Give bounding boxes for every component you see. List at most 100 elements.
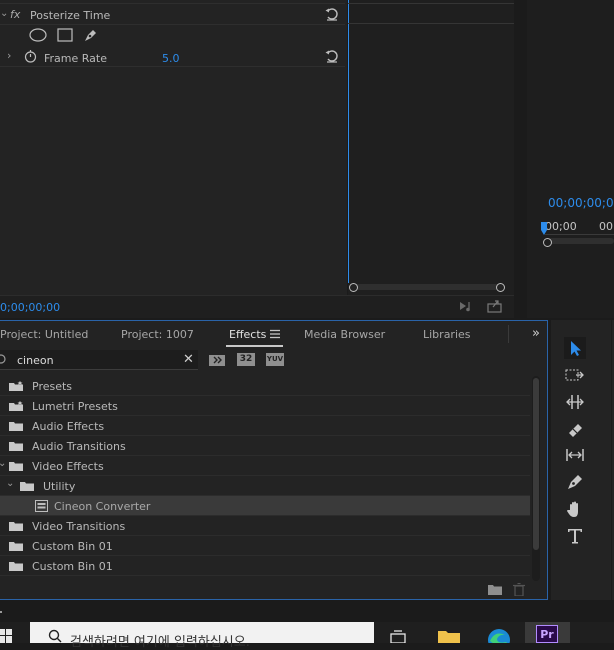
program-timecode[interactable]: 00;00;00;0 xyxy=(548,196,614,210)
delete-icon[interactable] xyxy=(513,583,525,596)
effects-tree: Presets Lumetri Presets Audio Effects Au… xyxy=(0,376,531,581)
effect-name: Posterize Time xyxy=(30,9,111,22)
stopwatch-icon[interactable] xyxy=(24,49,37,63)
zoom-handle-right[interactable] xyxy=(496,283,505,292)
search-icon xyxy=(0,353,7,365)
tab-project-1007[interactable]: Project: 1007 xyxy=(121,328,194,341)
zoom-handle-left[interactable] xyxy=(349,283,358,292)
timeline-row-divider xyxy=(348,3,514,4)
premiere-taskbar-button[interactable]: Pr xyxy=(525,622,570,643)
pen-tool-icon[interactable] xyxy=(564,471,586,493)
tab-libraries[interactable]: Libraries xyxy=(423,328,471,341)
accelerated-effects-filter-icon[interactable] xyxy=(208,353,226,367)
panel-tab-bar: Project: Untitled Project: 1007 Effects … xyxy=(0,321,548,347)
hand-tool-icon[interactable] xyxy=(564,498,586,520)
effects-search-field[interactable]: cineon ✕ xyxy=(0,350,198,370)
list-item-utility[interactable]: ⌄ Utility xyxy=(0,476,530,496)
tab-project-untitled[interactable]: Project: Untitled xyxy=(0,328,88,341)
type-tool-icon[interactable] xyxy=(564,525,586,547)
list-item-video-transitions[interactable]: Video Transitions xyxy=(0,516,530,536)
collapse-chevron-icon[interactable]: ⌄ xyxy=(0,8,8,19)
tab-effects[interactable]: Effects xyxy=(229,328,266,341)
mask-tools-row xyxy=(0,25,345,47)
selection-tool-icon[interactable] xyxy=(564,337,586,359)
effects-panel: Project: Untitled Project: 1007 Effects … xyxy=(0,320,548,600)
reset-param-icon[interactable] xyxy=(324,48,340,64)
folder-icon xyxy=(9,562,23,571)
list-item-custom-bin[interactable]: Custom Bin 01 xyxy=(0,556,530,576)
taskbar-search-input[interactable]: 검색하려면 여기에 입력하십시오. xyxy=(70,631,250,650)
effect-controls-panel: ⌄ fx Posterize Time › Frame Rate 5.0 xyxy=(0,0,347,318)
program-ruler[interactable]: 00;00 00 xyxy=(541,216,614,240)
effect-preset-icon xyxy=(35,500,48,512)
folder-icon xyxy=(9,522,23,531)
fx-badge[interactable]: fx xyxy=(10,8,20,21)
search-input[interactable]: cineon xyxy=(17,354,54,367)
list-item-audio-transitions[interactable]: Audio Transitions xyxy=(0,436,530,456)
param-row-frame-rate[interactable]: › Frame Rate 5.0 xyxy=(0,47,345,67)
effect-controls-timecode[interactable]: 0;00;00;00 xyxy=(0,301,60,314)
tools-divider xyxy=(611,320,612,600)
yuv-filter-icon[interactable]: YUV xyxy=(266,353,284,366)
ripple-edit-tool-icon[interactable] xyxy=(564,391,586,413)
edge-browser-icon[interactable] xyxy=(487,628,511,643)
list-item-cineon-converter[interactable]: Cineon Converter xyxy=(0,496,530,516)
effect-row-posterize-time[interactable]: ⌄ fx Posterize Time xyxy=(0,5,345,25)
list-item-presets[interactable]: Presets xyxy=(0,376,530,396)
param-value[interactable]: 5.0 xyxy=(162,52,180,65)
ellipse-mask-icon[interactable] xyxy=(29,28,47,42)
effects-scroll-track[interactable] xyxy=(532,376,540,581)
pen-mask-icon[interactable] xyxy=(83,27,99,43)
zoom-scrollbar[interactable] xyxy=(353,284,503,290)
export-clip-icon[interactable] xyxy=(486,298,504,314)
expand-chevron-icon[interactable]: › xyxy=(7,49,11,62)
status-strip xyxy=(0,600,614,622)
slip-tool-icon[interactable] xyxy=(564,444,586,466)
list-item-label: Audio Effects xyxy=(32,420,105,433)
ruler-baseline xyxy=(545,234,614,235)
list-item-video-effects[interactable]: ⌄ Video Effects xyxy=(0,456,530,476)
list-item-audio-effects[interactable]: Audio Effects xyxy=(0,416,530,436)
tab-divider xyxy=(508,325,509,343)
ruler-next-label: 00 xyxy=(599,220,613,233)
list-item-label: Custom Bin 01 xyxy=(32,540,113,553)
folder-icon xyxy=(9,422,23,431)
preset-folder-icon xyxy=(9,381,23,391)
preset-folder-icon xyxy=(9,401,23,411)
windows-start-icon[interactable] xyxy=(0,629,12,643)
file-explorer-icon[interactable] xyxy=(438,630,460,643)
effect-controls-footer: 0;00;00;00 xyxy=(0,295,514,318)
razor-tool-icon[interactable] xyxy=(564,418,586,440)
rectangle-mask-icon[interactable] xyxy=(57,28,73,42)
premiere-pro-icon: Pr xyxy=(536,625,558,643)
program-zoom-handle[interactable] xyxy=(543,238,552,247)
expand-chevron-icon[interactable]: ⌄ xyxy=(0,458,6,469)
param-label: Frame Rate xyxy=(44,52,107,65)
32bit-filter-icon[interactable]: 32 xyxy=(237,353,255,366)
effects-scroll-thumb[interactable] xyxy=(533,378,539,550)
clear-search-icon[interactable]: ✕ xyxy=(183,352,194,367)
list-item-label: Utility xyxy=(43,480,76,493)
track-select-tool-icon[interactable] xyxy=(564,364,586,386)
folder-icon xyxy=(9,542,23,551)
program-zoom-scrollbar[interactable] xyxy=(548,238,614,244)
task-view-icon[interactable] xyxy=(389,630,407,643)
new-bin-icon[interactable] xyxy=(488,584,502,595)
folder-icon xyxy=(9,442,23,451)
reset-effect-icon[interactable] xyxy=(324,6,340,22)
taskbar-search-box[interactable]: 검색하려면 여기에 입력하십시오. xyxy=(30,622,374,650)
list-item-label: Custom Bin 01 xyxy=(32,560,113,573)
tab-overflow-icon[interactable]: » xyxy=(532,326,540,341)
effect-row-partial xyxy=(0,0,345,4)
list-item-custom-bin[interactable]: Custom Bin 01 xyxy=(0,536,530,556)
list-item-lumetri-presets[interactable]: Lumetri Presets xyxy=(0,396,530,416)
expand-chevron-icon[interactable]: ⌄ xyxy=(6,478,14,489)
list-item-label: Video Transitions xyxy=(32,520,126,533)
effect-controls-timeline[interactable] xyxy=(348,0,514,295)
list-item-label: Lumetri Presets xyxy=(32,400,118,413)
play-audio-icon[interactable] xyxy=(458,299,476,313)
list-item-label: Cineon Converter xyxy=(54,500,151,513)
tab-menu-icon[interactable] xyxy=(270,329,280,339)
tab-media-browser[interactable]: Media Browser xyxy=(304,328,385,341)
list-item-label: Presets xyxy=(32,380,73,393)
